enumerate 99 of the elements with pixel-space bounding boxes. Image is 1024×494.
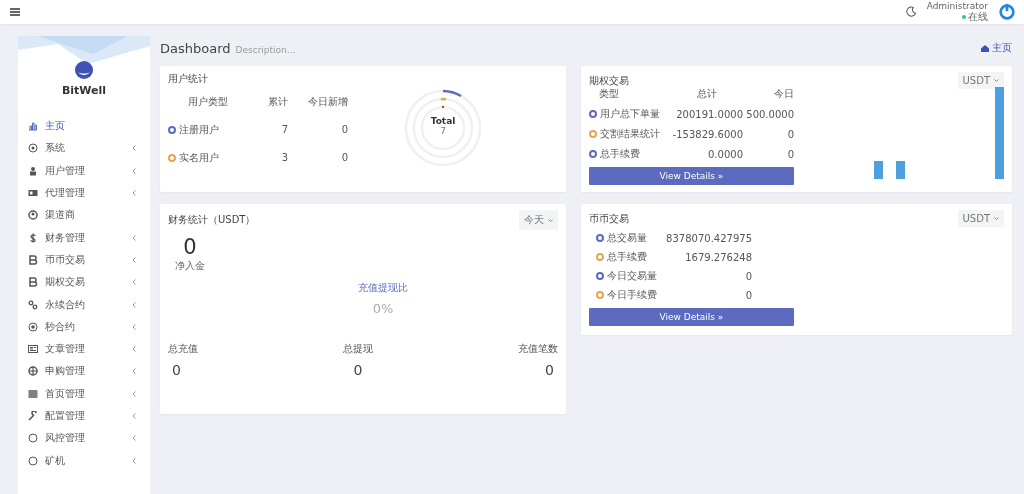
- nav-item[interactable]: 首页管理: [18, 382, 150, 405]
- currency-dropdown[interactable]: USDT: [957, 210, 1004, 227]
- card-title: 币币交易: [589, 211, 629, 226]
- breadcrumb-link[interactable]: 主页: [981, 41, 1012, 55]
- nav-icon: [28, 143, 38, 154]
- table-cell: 总手续费: [600, 147, 640, 161]
- caret-icon: [994, 217, 999, 220]
- nav-item[interactable]: 用户管理: [18, 159, 150, 182]
- ratio-label: 充值提现比: [358, 281, 408, 296]
- nav-icon: [28, 277, 38, 288]
- nav-icon: [28, 433, 38, 444]
- nav-icon: [28, 121, 38, 132]
- stat-value: 1679.276248: [684, 251, 752, 263]
- moon-icon[interactable]: [905, 6, 917, 18]
- table-cell-text: 200191.0000: [675, 108, 743, 120]
- stat-label: 总交易量: [607, 231, 648, 245]
- net-label: 净入金: [175, 259, 205, 274]
- stat-label: 总提现: [343, 342, 373, 357]
- menu-icon[interactable]: [10, 8, 20, 16]
- total-value: 7: [440, 126, 446, 136]
- nav-icon: [28, 299, 38, 310]
- logo-icon: [74, 60, 94, 80]
- table-cell: 交割结果统计: [600, 127, 660, 141]
- brand-name: BitWell: [61, 84, 107, 97]
- table-cell-text: 0: [340, 152, 348, 163]
- nav-item[interactable]: 代理管理: [18, 181, 150, 205]
- stat-value: 0: [352, 362, 364, 379]
- card-title: 期权交易: [589, 73, 629, 88]
- nav-icon: [28, 254, 38, 265]
- nav-icon: [28, 232, 38, 243]
- column-header: 今日新增: [307, 94, 348, 109]
- online-dot: [962, 15, 966, 20]
- online-status: 在线: [968, 11, 988, 24]
- stat-value: 8378070.427975: [665, 232, 752, 244]
- nav-icon: [28, 188, 38, 199]
- stat-label: 充值笔数: [518, 342, 558, 357]
- nav-item[interactable]: 系统: [18, 137, 150, 160]
- nav-item[interactable]: 财务管理: [18, 226, 150, 249]
- user-avatar[interactable]: [998, 3, 1016, 21]
- column-header: 今日: [773, 87, 794, 101]
- nav-item[interactable]: 永续合约: [18, 293, 150, 316]
- table-cell: -153829.6000: [671, 128, 743, 140]
- total-label: Total: [430, 116, 456, 126]
- nav-icon: [28, 344, 38, 355]
- card-title: 用户统计: [168, 72, 209, 86]
- stat-value: 0: [744, 289, 752, 301]
- nav-icon: [28, 455, 38, 466]
- nav-item[interactable]: 秒合约: [18, 315, 150, 338]
- nav-icon: [28, 366, 38, 377]
- nav-icon: [28, 165, 38, 176]
- stat-label: 总手续费: [607, 250, 648, 264]
- user-name: Administrator: [926, 0, 988, 12]
- page-title: Dashboard: [160, 40, 231, 56]
- stat-value: 0: [544, 362, 555, 379]
- stat-value: 0: [744, 270, 752, 282]
- net-value: 0: [183, 236, 197, 260]
- column-header: 累计: [267, 94, 288, 109]
- period-dropdown[interactable]: 今天: [519, 210, 558, 230]
- nav-item[interactable]: 渠道商: [18, 204, 150, 227]
- table-cell-text: 0: [786, 128, 794, 140]
- card-title: 财务统计（USDT）: [168, 213, 256, 227]
- table-cell: 用户总下单量: [600, 107, 660, 121]
- table-cell: 实名用户: [179, 150, 219, 165]
- column-header: 用户类型: [187, 94, 229, 109]
- nav-icon: [28, 388, 38, 399]
- nav-icon: [28, 411, 38, 421]
- table-cell-text: 7: [280, 124, 288, 135]
- nav-item[interactable]: 申购管理: [18, 360, 150, 383]
- nav-item[interactable]: 期权交易: [18, 271, 150, 294]
- caret-icon: [994, 79, 999, 82]
- ratio-value: 0%: [372, 301, 394, 317]
- table-cell-text: 0.0000: [707, 148, 743, 160]
- nav-item[interactable]: 风控管理: [18, 427, 150, 450]
- chart-bar: [896, 161, 905, 179]
- page-description: Description...: [235, 44, 296, 55]
- stat-label: 今日交易量: [607, 269, 658, 283]
- nav-item[interactable]: 文章管理: [18, 337, 150, 361]
- table-cell-text: 3: [280, 152, 288, 163]
- table-cell: 注册用户: [179, 122, 219, 137]
- nav-icon: [28, 321, 38, 332]
- table-cell-text: 500.0000: [745, 108, 794, 120]
- table-cell-text: 0: [786, 148, 794, 160]
- nav-item[interactable]: 配置管理: [18, 404, 150, 428]
- stat-label: 今日手续费: [607, 288, 658, 302]
- currency-dropdown[interactable]: USDT: [957, 72, 1004, 89]
- column-header: 类型: [598, 87, 620, 101]
- stat-label: 总充值: [168, 342, 198, 357]
- table-cell-text: 0: [340, 124, 348, 135]
- chart-bar: [874, 161, 883, 179]
- nav-icon: [28, 210, 38, 221]
- home-icon: [981, 44, 989, 52]
- view-details-button[interactable]: View Details »: [589, 167, 794, 185]
- nav-item[interactable]: 币币交易: [18, 248, 150, 272]
- nav-item[interactable]: 主页: [18, 115, 150, 138]
- view-details-button[interactable]: View Details »: [589, 308, 794, 326]
- stat-value: 0: [171, 362, 182, 379]
- caret-icon: [548, 218, 553, 222]
- column-header: 总计: [696, 87, 718, 101]
- nav-item[interactable]: 矿机: [18, 449, 150, 472]
